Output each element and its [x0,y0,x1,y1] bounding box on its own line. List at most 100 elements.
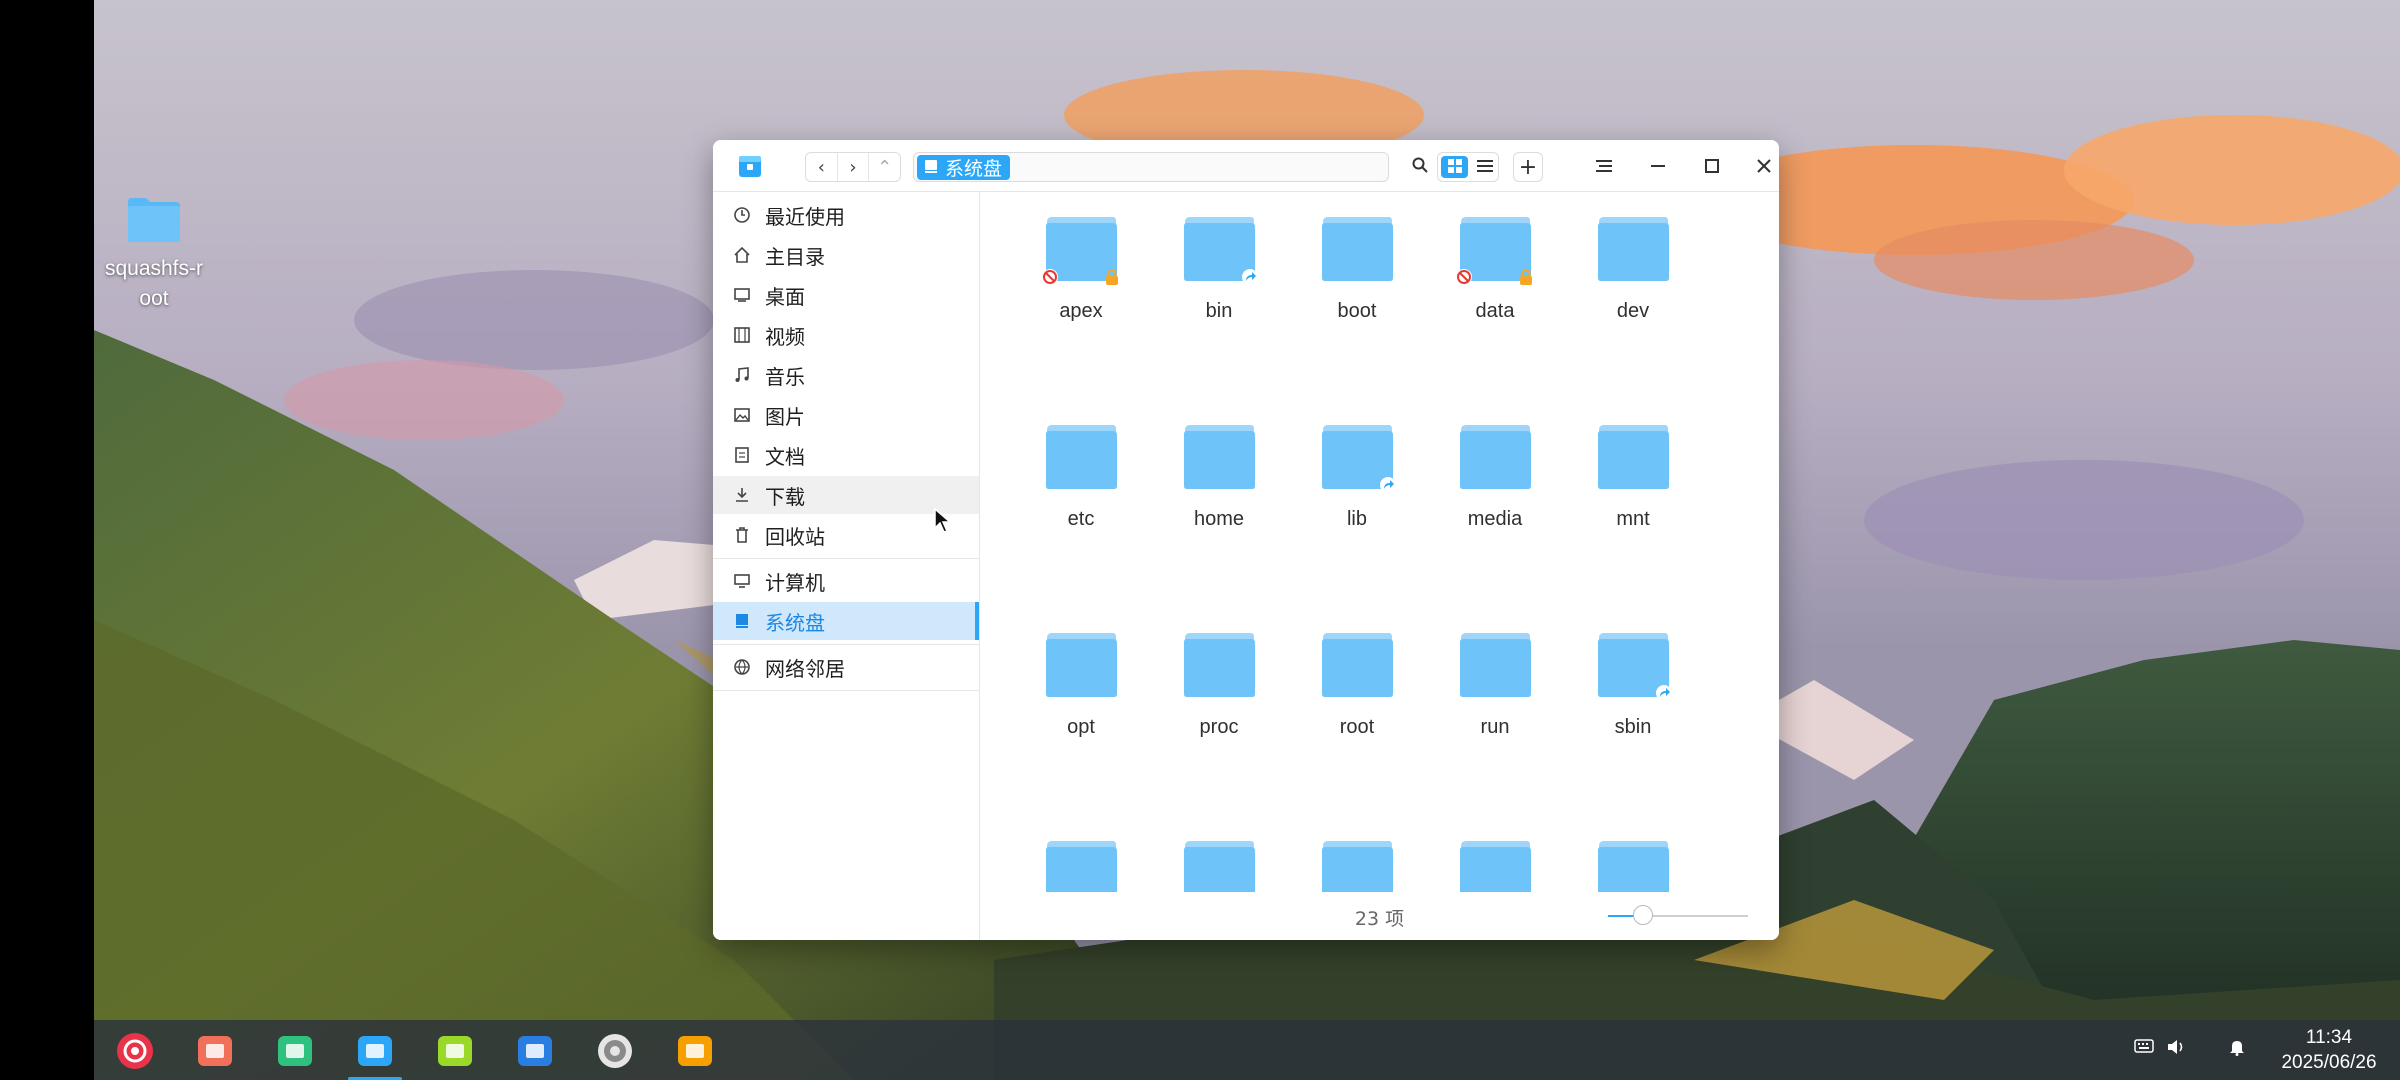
file-name: opt [1067,716,1095,738]
music-icon [731,364,753,386]
folder-icon [1595,422,1671,490]
forward-button[interactable]: › [838,153,870,181]
clock-icon [731,204,753,226]
volume-icon[interactable] [2166,1038,2188,1061]
titlebar: ‹ › ⌃ 系统盘 + [713,140,1779,192]
file-item[interactable]: proc [1154,616,1284,746]
file-item[interactable]: root [1292,616,1422,746]
search-button[interactable] [1407,154,1433,180]
file-name: media [1467,508,1523,530]
search-icon [1411,156,1429,178]
disk-icon [923,157,939,179]
icon-view-button[interactable] [1441,156,1468,178]
file-grid: apex bin boot data dev etc home lib media mnt opt p… [980,192,1779,940]
sidebar-item-network[interactable]: 网络邻居 [713,648,979,686]
sidebar-item-recent[interactable]: 最近使用 [713,196,979,234]
desktop-icon [731,284,753,306]
video-player-icon[interactable] [512,1028,558,1074]
file-item[interactable]: home [1154,408,1284,538]
sidebar-item-music[interactable]: 音乐 [713,356,979,394]
minimize-button[interactable] [1643,152,1673,182]
minimize-icon [1651,158,1665,177]
zoom-slider[interactable] [1608,905,1748,925]
maximize-button[interactable] [1697,152,1727,182]
file-item[interactable]: dev [1568,200,1698,330]
file-name: data [1475,300,1515,322]
sidebar-item-label: 视频 [765,324,805,349]
sidebar-item-desktop[interactable]: 桌面 [713,276,979,314]
sidebar-item-label: 音乐 [765,364,805,389]
taskbar: 11:34 2025/06/26 [94,1020,2400,1080]
clock-date: 2025/06/26 [2281,1052,2377,1073]
file-item[interactable]: boot [1292,200,1422,330]
file-item[interactable]: etc [1016,408,1146,538]
file-item[interactable]: mnt [1568,408,1698,538]
symlink-emblem-icon [1379,476,1397,494]
clock[interactable]: 11:34 2025/06/26 [2264,1026,2394,1076]
file-name: boot [1337,300,1377,322]
close-button[interactable] [1751,152,1777,182]
sidebar-divider [713,558,979,559]
zoom-slider-thumb[interactable] [1633,905,1653,925]
folder-icon [1043,630,1119,698]
chevron-left-icon: ‹ [817,156,825,178]
new-tab-button[interactable]: + [1513,152,1543,182]
disk-icon [731,610,753,632]
sidebar-item-computer[interactable]: 计算机 [713,562,979,600]
folder-icon [1181,630,1257,698]
sidebar-item-pictures[interactable]: 图片 [713,396,979,434]
list-icon [1476,158,1493,177]
folder-icon [1319,214,1395,282]
file-item[interactable]: media [1430,408,1560,538]
sidebar-item-label: 系统盘 [765,610,825,635]
sidebar-item-label: 文档 [765,444,805,469]
address-bar[interactable]: 系统盘 [913,152,1389,182]
grid-icon [1447,158,1462,177]
list-view-button[interactable] [1471,153,1498,181]
file-item[interactable]: apex [1016,200,1146,330]
folder-icon [1319,630,1395,698]
file-item[interactable]: run [1430,616,1560,746]
launcher-icon[interactable] [112,1028,158,1074]
folder-icon [1457,630,1533,698]
sidebar-item-documents[interactable]: 文档 [713,436,979,474]
main-menu-button[interactable] [1589,152,1619,182]
download-icon [731,484,753,506]
view-mode-switcher [1437,152,1499,182]
sidebar-item-label: 回收站 [765,524,825,549]
sidebar-item-system-disk[interactable]: 系统盘 [713,602,979,640]
folder-icon [1319,422,1396,493]
multitask-view-icon[interactable] [192,1028,238,1074]
desktop-folder-squashfs-root[interactable]: squashfs-root [102,196,206,314]
image-viewer-icon[interactable] [672,1028,718,1074]
sidebar-item-label: 主目录 [765,244,825,269]
file-name: dev [1616,300,1650,322]
file-name: root [1339,716,1375,738]
file-item[interactable]: lib [1292,408,1422,538]
plus-icon: + [1518,154,1538,180]
back-button[interactable]: ‹ [806,153,838,181]
document-icon [731,444,753,466]
file-item[interactable]: bin [1154,200,1284,330]
sidebar-item-label: 图片 [765,404,805,429]
app-logo-icon [735,152,765,182]
sidebar-item-home[interactable]: 主目录 [713,236,979,274]
mouse-cursor [934,507,953,538]
breadcrumb[interactable]: 系统盘 [917,155,1011,180]
file-item[interactable]: data [1430,200,1560,330]
folder-icon [1595,214,1671,282]
file-manager-icon[interactable] [348,1028,402,1080]
sidebar-item-label: 桌面 [765,284,805,309]
keyboard-layout-icon[interactable] [2134,1038,2154,1059]
music-player-icon[interactable] [432,1028,478,1074]
file-item[interactable]: opt [1016,616,1146,746]
file-item[interactable]: sbin [1568,616,1698,746]
up-button[interactable]: ⌃ [869,153,900,181]
sidebar-item-videos[interactable]: 视频 [713,316,979,354]
settings-icon[interactable] [592,1028,638,1074]
desktop-toggle-icon[interactable] [272,1028,318,1074]
menu-icon [1596,158,1612,177]
file-name: apex [1059,300,1103,322]
notification-bell-icon[interactable] [2228,1038,2246,1061]
chevron-up-icon: ⌃ [877,156,893,178]
